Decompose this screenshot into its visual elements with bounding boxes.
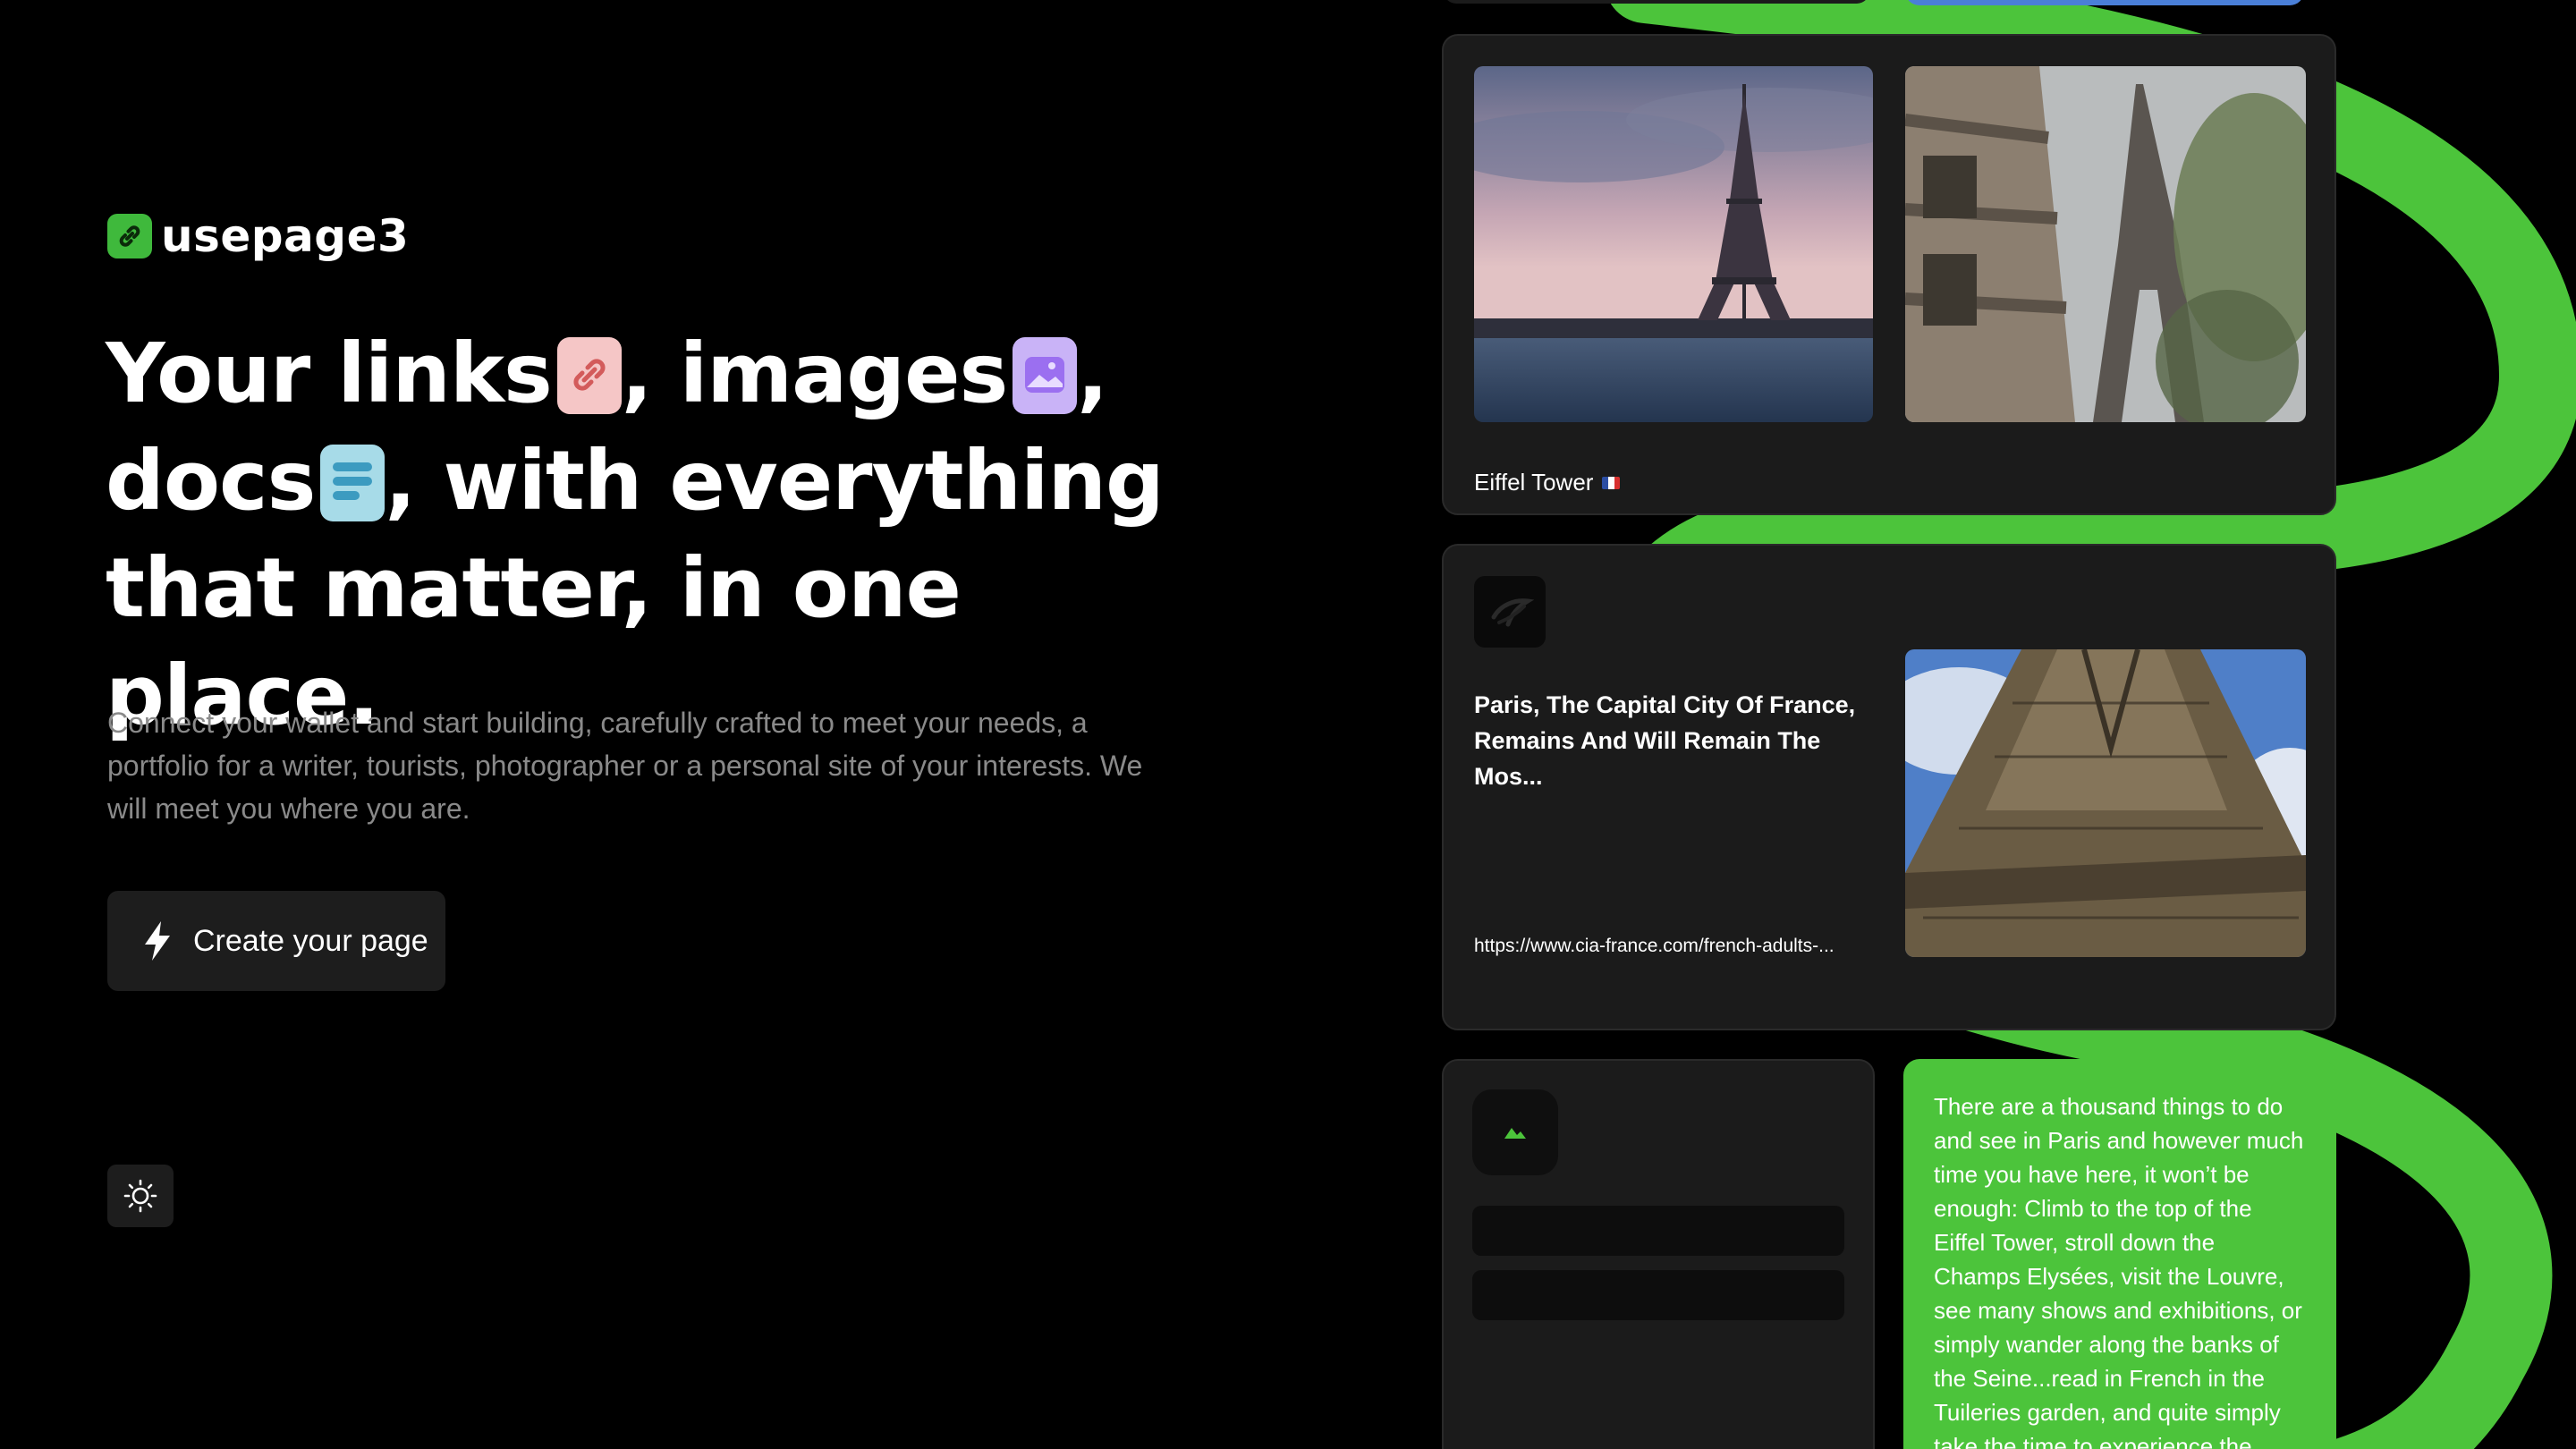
note-card[interactable]: There are a thousand things to do and se… (1903, 1059, 2336, 1449)
link-card-article[interactable]: Paris, The Capital City Of France, Remai… (1442, 544, 2336, 1030)
doc-emoji-icon (320, 445, 386, 521)
map-icon (1472, 1089, 1558, 1175)
link-icon (107, 214, 152, 258)
france-flag-icon (1602, 476, 1621, 489)
headline-line1-part2: , images (621, 326, 1008, 421)
article-url[interactable]: https://www.cia-france.com/french-adults… (1474, 936, 1868, 957)
card-stub-top-left (1444, 0, 1869, 4)
note-text: There are a thousand things to do and se… (1934, 1093, 2304, 1449)
article-title[interactable]: Paris, The Capital City Of France, Remai… (1474, 687, 1868, 794)
skeleton-line-2 (1472, 1270, 1844, 1320)
sun-icon (123, 1179, 157, 1213)
photo-eiffel-below[interactable] (1905, 649, 2306, 957)
brand-name: usepage3 (161, 210, 410, 262)
hero-description: Connect your wallet and start building, … (107, 707, 1143, 825)
headline-line1-part1: Your links (106, 326, 553, 421)
photo-eiffel-sunset[interactable] (1474, 66, 1873, 422)
create-page-button[interactable]: Create your page (107, 891, 445, 991)
site-favicon-icon (1474, 576, 1546, 648)
lightning-icon (145, 921, 170, 961)
skeleton-line-1 (1472, 1206, 1844, 1256)
create-page-label: Create your page (193, 923, 428, 958)
brand[interactable]: usepage3 (107, 210, 410, 262)
headline-line2-part2: , with everything (385, 433, 1164, 529)
headline-line1-part3: , (1077, 326, 1108, 421)
link-emoji-icon (556, 337, 622, 414)
hero-headline: Your links , images, docs , with everythin… (106, 320, 1197, 750)
card-stub-top-right (1905, 0, 2304, 5)
map-card[interactable] (1442, 1059, 1875, 1449)
theme-toggle-button[interactable] (107, 1165, 174, 1227)
headline-line2-part1: docs (106, 433, 316, 529)
tower-caption: Eiffel Tower (1474, 469, 1621, 496)
photo-card-eiffel[interactable]: Eiffel Tower (1442, 34, 2336, 515)
landing-page: usepage3 Your links , images, docs , with … (0, 0, 2576, 1449)
photo-eiffel-street[interactable] (1905, 66, 2306, 422)
tower-caption-text: Eiffel Tower (1474, 469, 1594, 496)
image-emoji-icon (1013, 337, 1078, 414)
